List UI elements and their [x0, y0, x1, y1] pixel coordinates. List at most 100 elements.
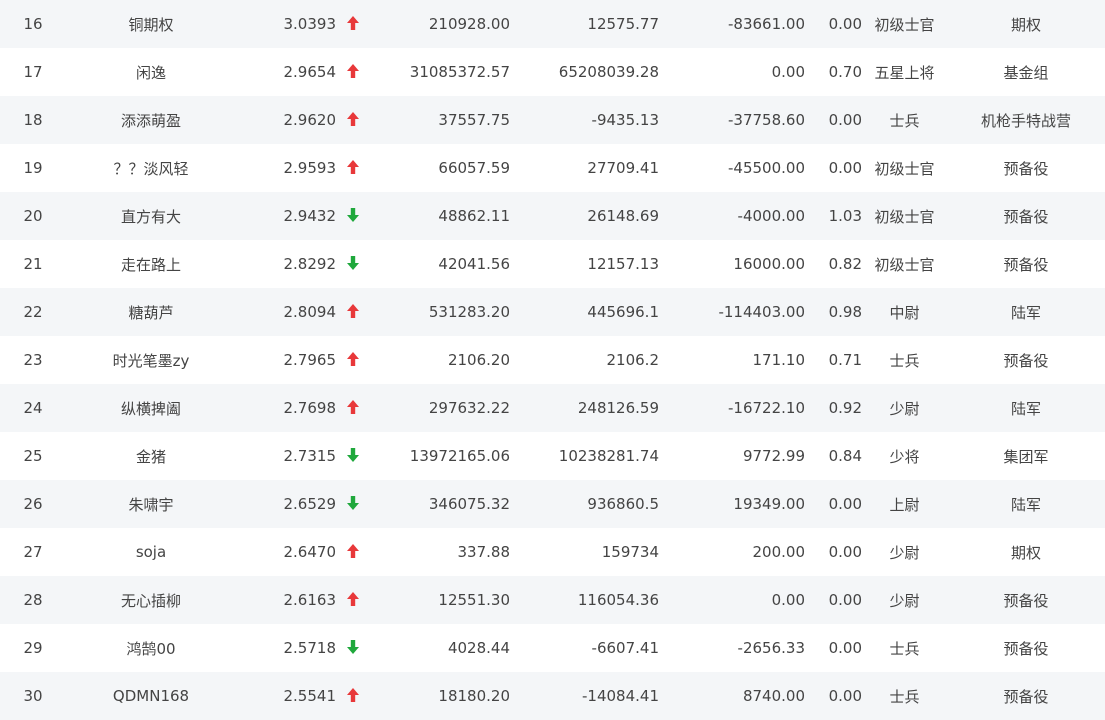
total-profit-cell: 42041.56: [438, 255, 510, 273]
trend-cell: [336, 576, 370, 624]
trend-cell: [336, 624, 370, 672]
day-profit-cell: -37758.60: [728, 111, 805, 129]
arrow-down-icon: [347, 256, 359, 270]
arrow-down-icon: [347, 448, 359, 462]
rank-level-cell: 士兵: [889, 639, 920, 658]
trend-cell: [336, 144, 370, 192]
month-profit-cell: 12157.13: [587, 255, 659, 273]
trader-name-cell: 时光笔墨zy: [112, 351, 190, 370]
total-profit-cell: 12551.30: [438, 591, 510, 609]
score-cell: 2.6163: [283, 591, 337, 609]
score-cell: 3.0393: [283, 15, 337, 33]
rank-level-cell: 少尉: [889, 543, 920, 562]
rank-cell: 30: [23, 687, 43, 705]
rank-cell: 21: [23, 255, 43, 273]
table-row[interactable]: 19 ？？淡风轻 2.9593 66057.59 27709.41 -45500.00 0.…: [0, 144, 1105, 192]
rank-level-cell: 少尉: [889, 591, 920, 610]
rank-level-cell: 上尉: [889, 495, 920, 514]
arrow-up-icon: [347, 160, 359, 174]
month-profit-cell: 936860.5: [587, 495, 659, 513]
score-cell: 2.6470: [283, 543, 337, 561]
score-cell: 2.7965: [283, 351, 337, 369]
rank-cell: 23: [23, 351, 43, 369]
table-row[interactable]: 17 闲逸 2.9654 31085372.57 65208039.28 0.00 0.70…: [0, 48, 1105, 96]
table-row[interactable]: 21 走在路上 2.8292 42041.56 12157.13 16000.00 0.82…: [0, 240, 1105, 288]
score-cell: 2.9432: [283, 207, 337, 225]
score-cell: 2.9620: [283, 111, 337, 129]
trend-cell: [336, 288, 370, 336]
table-row[interactable]: 23 时光笔墨zy 2.7965 2106.20 2106.2 171.10 0.71 士兵 预…: [0, 336, 1105, 384]
day-profit-cell: -4000.00: [737, 207, 805, 225]
arrow-up-icon: [347, 544, 359, 558]
score-cell: 2.9593: [283, 159, 337, 177]
rank-cell: 24: [23, 399, 43, 417]
total-profit-cell: 210928.00: [428, 15, 510, 33]
arrow-up-icon: [347, 400, 359, 414]
group-cell: 陆军: [1010, 303, 1041, 322]
position-ratio-cell: 0.00: [828, 591, 862, 609]
arrow-up-icon: [347, 304, 359, 318]
day-profit-cell: -45500.00: [728, 159, 805, 177]
position-ratio-cell: 0.82: [828, 255, 862, 273]
group-cell: 陆军: [1010, 399, 1041, 418]
table-row[interactable]: 26 朱啸宇 2.6529 346075.32 936860.5 19349.00 0.00…: [0, 480, 1105, 528]
trader-name-cell: 纵横捭阖: [120, 399, 181, 418]
score-cell: 2.9654: [283, 63, 337, 81]
table-row[interactable]: 22 糖葫芦 2.8094 531283.20 445696.1 -114403.00 0.…: [0, 288, 1105, 336]
trader-name-cell: 添添萌盈: [120, 111, 181, 130]
rank-cell: 22: [23, 303, 43, 321]
table-row[interactable]: 29 鸿鹄00 2.5718 4028.44 -6607.41 -2656.33 0.00 士…: [0, 624, 1105, 672]
arrow-up-icon: [347, 592, 359, 606]
arrow-down-icon: [347, 208, 359, 222]
trader-name-cell: 闲逸: [135, 63, 166, 82]
position-ratio-cell: 1.03: [828, 207, 862, 225]
group-cell: 预备役: [1003, 207, 1049, 226]
score-cell: 2.5718: [283, 639, 337, 657]
month-profit-cell: 116054.36: [577, 591, 659, 609]
rank-level-cell: 士兵: [889, 111, 920, 130]
arrow-up-icon: [347, 64, 359, 78]
arrow-up-icon: [347, 352, 359, 366]
trader-name-cell: 朱啸宇: [128, 495, 174, 514]
table-row[interactable]: 24 纵横捭阖 2.7698 297632.22 248126.59 -16722.10 0…: [0, 384, 1105, 432]
rank-level-cell: 五星上将: [874, 63, 935, 82]
day-profit-cell: 0.00: [771, 591, 805, 609]
table-row[interactable]: 18 添添萌盈 2.9620 37557.75 -9435.13 -37758.60 0.0…: [0, 96, 1105, 144]
rank-cell: 25: [23, 447, 43, 465]
table-row[interactable]: 20 直方有大 2.9432 48862.11 26148.69 -4000.00 1.03…: [0, 192, 1105, 240]
table-row[interactable]: 28 无心插柳 2.6163 12551.30 116054.36 0.00 0.00 少尉 预…: [0, 576, 1105, 624]
day-profit-cell: 200.00: [752, 543, 806, 561]
ranking-table-body: 16 铜期权 3.0393 210928.00 12575.77 -83661.00 0.0…: [0, 0, 1105, 720]
table-row[interactable]: 16 铜期权 3.0393 210928.00 12575.77 -83661.00 0.0…: [0, 0, 1105, 48]
trend-cell: [336, 432, 370, 480]
rank-level-cell: 初级士官: [874, 15, 935, 34]
rank-level-cell: 初级士官: [874, 207, 935, 226]
position-ratio-cell: 0.00: [828, 111, 862, 129]
score-cell: 2.8094: [283, 303, 337, 321]
trend-cell: [336, 192, 370, 240]
trend-cell: [336, 0, 370, 48]
group-cell: 基金组: [1003, 63, 1049, 82]
position-ratio-cell: 0.00: [828, 495, 862, 513]
rank-cell: 20: [23, 207, 43, 225]
trend-cell: [336, 672, 370, 720]
position-ratio-cell: 0.92: [828, 399, 862, 417]
table-row[interactable]: 25 金猪 2.7315 13972165.06 10238281.74 9772.99 0…: [0, 432, 1105, 480]
day-profit-cell: 0.00: [771, 63, 805, 81]
trend-cell: [336, 240, 370, 288]
score-cell: 2.8292: [283, 255, 337, 273]
table-row[interactable]: 27 soja 2.6470 337.88 159734 200.00 0.00 少尉 期权: [0, 528, 1105, 576]
trader-name-cell: 走在路上: [120, 255, 181, 274]
table-row[interactable]: 30 QDMN168 2.5541 18180.20 -14084.41 8740.00 0…: [0, 672, 1105, 720]
month-profit-cell: 10238281.74: [558, 447, 659, 465]
score-cell: 2.5541: [283, 687, 337, 705]
rank-level-cell: 少将: [889, 447, 920, 466]
score-cell: 2.7698: [283, 399, 337, 417]
rank-cell: 18: [23, 111, 43, 129]
arrow-up-icon: [347, 16, 359, 30]
group-cell: 机枪手特战营: [980, 111, 1071, 130]
group-cell: 预备役: [1003, 639, 1049, 658]
day-profit-cell: 9772.99: [742, 447, 805, 465]
total-profit-cell: 337.88: [457, 543, 511, 561]
total-profit-cell: 31085372.57: [409, 63, 510, 81]
